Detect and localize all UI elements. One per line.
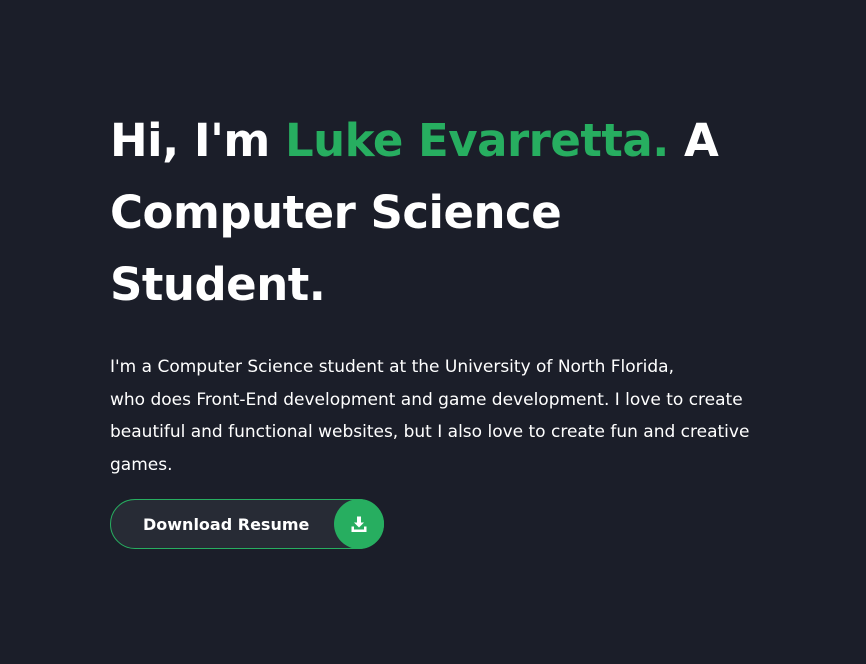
intro-line: games. (110, 454, 173, 475)
intro-line: who does Front-End development and game … (110, 389, 743, 410)
download-resume-label: Download Resume (143, 514, 310, 534)
headline-name: Luke Evarretta. (284, 114, 669, 167)
download-resume-button[interactable]: Download Resume (110, 499, 384, 549)
headline-greeting: Hi, I'm (110, 114, 285, 167)
headline-tagline-1: A (668, 114, 719, 167)
intro-line: I'm a Computer Science student at the Un… (110, 357, 674, 377)
intro-line: beautiful and functional websites, but I… (110, 422, 750, 442)
intro-paragraph: I'm a Computer Science student at the Un… (110, 351, 780, 481)
download-icon-glyph (351, 516, 367, 532)
headline-tagline-3: Student. (110, 258, 326, 311)
hero-headline: Hi, I'm Luke Evarretta. A Computer Scienc… (110, 105, 790, 321)
headline-tagline-2: Computer Science (110, 186, 562, 239)
hero-section: Hi, I'm Luke Evarretta. A Computer Scienc… (110, 105, 790, 481)
download-icon[interactable] (334, 499, 384, 549)
